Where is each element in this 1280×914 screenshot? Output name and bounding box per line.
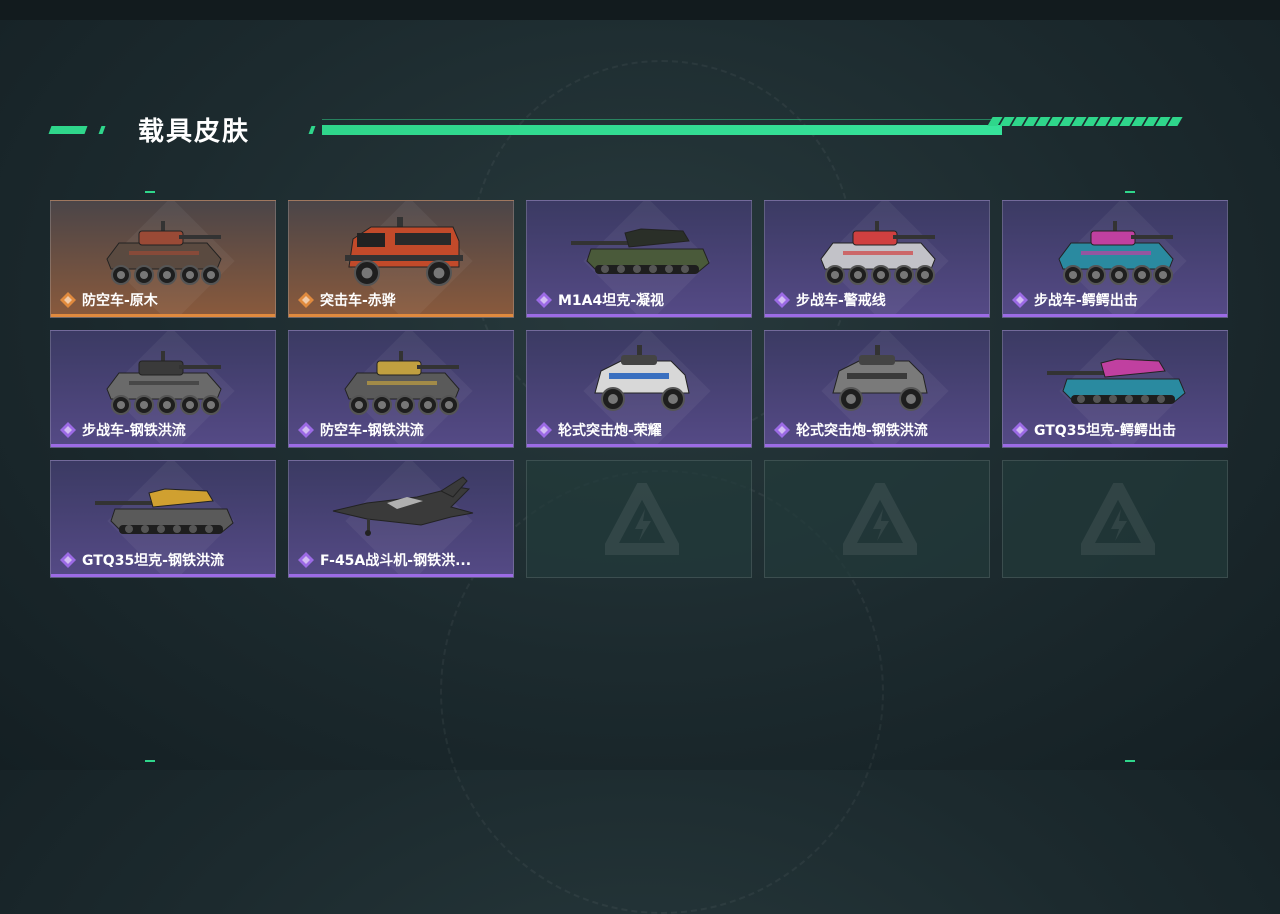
tank-icon [571, 228, 710, 274]
rarity-icon [60, 422, 76, 438]
armored-car-icon [832, 345, 928, 411]
skin-name: 突击车-赤骅 [320, 293, 396, 309]
rarity-bar [765, 444, 989, 447]
skin-card[interactable]: M1A4坦克-凝视 [526, 200, 752, 318]
wheeled-aa-vehicle-icon [106, 221, 222, 285]
empty-slot-logo-icon [843, 483, 917, 555]
section-header: 载具皮肤 [48, 108, 1200, 148]
skin-card[interactable]: 步战车-钢铁洪流 [50, 330, 276, 448]
rarity-icon [60, 292, 76, 308]
skin-name: 轮式突击炮-荣耀 [558, 423, 662, 439]
empty-skin-slot[interactable] [1002, 460, 1228, 578]
skin-label: 突击车-赤骅 [297, 290, 396, 310]
header-checker-decoration [987, 117, 1200, 135]
skin-card[interactable]: 轮式突击炮-荣耀 [526, 330, 752, 448]
rarity-icon [774, 422, 790, 438]
corner-tick [145, 760, 155, 762]
header-line [322, 119, 992, 120]
header-dash-decoration [48, 126, 88, 134]
rarity-bar [51, 314, 275, 317]
skin-grid: 防空车-原木 突击车-赤骅 M1A4坦克-凝视 步战车-警戒线 步战车-鳄鳄出击… [50, 200, 1230, 580]
empty-slot-logo-icon [1081, 483, 1155, 555]
fighter-jet-icon [332, 476, 474, 536]
skin-name: M1A4坦克-凝视 [558, 293, 665, 309]
skin-name: GTQ35坦克-鳄鳄出击 [1034, 423, 1176, 439]
tank-icon [1047, 358, 1186, 404]
skin-label: GTQ35坦克-钢铁洪流 [59, 550, 224, 570]
empty-slot-logo-icon [605, 483, 679, 555]
skin-label: 步战车-钢铁洪流 [59, 420, 186, 440]
rarity-icon [1012, 292, 1028, 308]
skin-name: 轮式突击炮-钢铁洪流 [796, 423, 928, 439]
rarity-icon [298, 422, 314, 438]
skin-label: 步战车-警戒线 [773, 290, 886, 310]
corner-tick [1125, 760, 1135, 762]
skin-name: 防空车-原木 [82, 293, 158, 309]
corner-tick [145, 191, 155, 193]
wheeled-aa-vehicle-icon [344, 351, 460, 415]
ifv-icon [106, 351, 222, 415]
rarity-bar [51, 444, 275, 447]
section-title: 载具皮肤 [138, 117, 251, 147]
rarity-icon [60, 552, 76, 568]
header-dash-decoration [98, 126, 106, 134]
skin-card[interactable]: GTQ35坦克-钢铁洪流 [50, 460, 276, 578]
ifv-icon [820, 221, 936, 285]
rarity-bar [765, 314, 989, 317]
rarity-bar [289, 444, 513, 447]
skin-card[interactable]: 防空车-钢铁洪流 [288, 330, 514, 448]
rarity-bar [1003, 314, 1227, 317]
corner-tick [1125, 191, 1135, 193]
rarity-icon [1012, 422, 1028, 438]
rarity-icon [536, 422, 552, 438]
rarity-bar [289, 314, 513, 317]
empty-skin-slot[interactable] [526, 460, 752, 578]
rarity-icon [536, 292, 552, 308]
skin-label: M1A4坦克-凝视 [535, 290, 664, 310]
assault-truck-icon [345, 217, 463, 286]
skin-card[interactable]: 防空车-原木 [50, 200, 276, 318]
skin-card[interactable]: F-45A战斗机-钢铁洪... [288, 460, 514, 578]
skin-name: F-45A战斗机-钢铁洪... [320, 553, 472, 569]
rarity-bar [527, 444, 751, 447]
rarity-bar [51, 574, 275, 577]
skin-label: 防空车-原木 [59, 290, 158, 310]
skin-label: GTQ35坦克-鳄鳄出击 [1011, 420, 1176, 440]
rarity-bar [1003, 444, 1227, 447]
skin-card[interactable]: 步战车-警戒线 [764, 200, 990, 318]
skin-card[interactable]: 突击车-赤骅 [288, 200, 514, 318]
ifv-icon [1058, 221, 1174, 285]
skin-label: 轮式突击炮-钢铁洪流 [773, 420, 928, 440]
skin-name: GTQ35坦克-钢铁洪流 [82, 553, 224, 569]
rarity-icon [298, 292, 314, 308]
skin-name: 防空车-钢铁洪流 [320, 423, 424, 439]
skin-label: 防空车-钢铁洪流 [297, 420, 424, 440]
skin-label: 轮式突击炮-荣耀 [535, 420, 662, 440]
top-bar [0, 0, 1280, 20]
rarity-bar [527, 314, 751, 317]
skin-label: F-45A战斗机-钢铁洪... [297, 550, 471, 570]
skin-name: 步战车-鳄鳄出击 [1034, 293, 1138, 309]
tank-icon [95, 488, 234, 534]
header-dash-decoration [308, 126, 316, 134]
skin-card[interactable]: 轮式突击炮-钢铁洪流 [764, 330, 990, 448]
empty-skin-slot[interactable] [764, 460, 990, 578]
skin-name: 步战车-钢铁洪流 [82, 423, 186, 439]
armored-car-icon [594, 345, 690, 411]
rarity-bar [289, 574, 513, 577]
header-bar [322, 125, 1002, 135]
rarity-icon [298, 552, 314, 568]
skin-card[interactable]: 步战车-鳄鳄出击 [1002, 200, 1228, 318]
skin-card[interactable]: GTQ35坦克-鳄鳄出击 [1002, 330, 1228, 448]
skin-label: 步战车-鳄鳄出击 [1011, 290, 1138, 310]
rarity-icon [774, 292, 790, 308]
skin-name: 步战车-警戒线 [796, 293, 886, 309]
